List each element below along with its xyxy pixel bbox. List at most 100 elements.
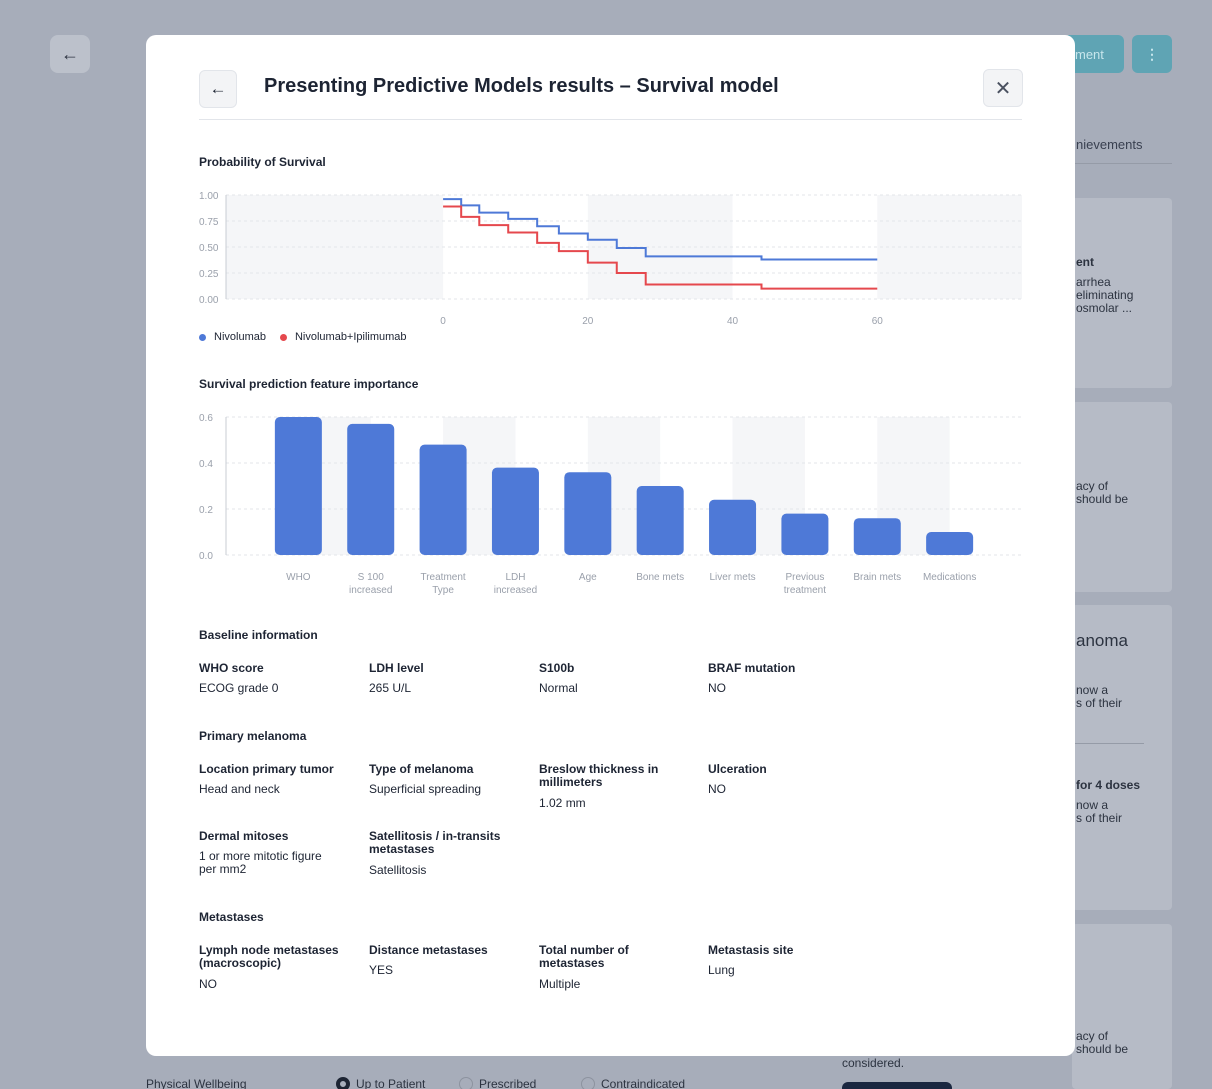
x-tick-label: Liver mets [709,572,755,583]
distance-metastases-value: YES [369,963,394,977]
card-text: osmolar ... [1076,301,1133,315]
location-label: Location primary tumor [199,762,334,776]
x-tick-label: 20 [582,316,594,327]
s100b-label: S100b [539,661,575,675]
predictive-models-modal: ← Presenting Predictive Models results –… [146,35,1075,1056]
satellitosis-label: Satellitosis / in-transits metastases [369,829,501,856]
y-tick-label: 0.25 [199,269,219,280]
tab-achievements[interactable]: nievements [1076,137,1142,152]
y-tick-label: 0.4 [199,459,213,470]
x-tick-label: 0 [440,316,446,327]
card-text: s of their [1076,696,1123,710]
y-tick-label: 0.00 [199,295,219,306]
satellitosis-value: Satellitosis [369,863,427,877]
importance-chart-title: Survival prediction feature importance [199,377,419,391]
recommendation-card[interactable] [1072,924,1172,1089]
breslow-value: 1.02 mm [539,796,586,810]
importance-bar [709,499,757,555]
importance-bar [926,532,974,555]
x-tick-label: S 100 increased [349,572,392,596]
total-metastases-value: Multiple [539,977,581,991]
y-tick-label: 0.0 [199,551,213,562]
x-tick-label: Medications [923,572,976,583]
location-value: Head and neck [199,782,280,796]
more-options-button[interactable]: ⋮ [1132,35,1172,73]
card-text: considered. [842,1056,905,1070]
who-score-label: WHO score [199,661,264,675]
dermal-mitoses-label: Dermal mitoses [199,829,289,843]
importance-bar [636,486,684,555]
radio-icon [459,1077,473,1089]
radio-up-to-patient[interactable]: Up to Patient [336,1077,425,1089]
modal-close-button[interactable]: ✕ [983,69,1023,107]
card-heading: anoma [1076,631,1128,650]
ldh-level-value: 265 U/L [369,681,412,695]
baseline-title: Baseline information [199,628,318,642]
braf-value: NO [708,681,726,695]
x-tick-label: WHO [286,572,311,583]
card-text: s of their [1076,811,1123,825]
card-title: for 4 doses [1076,778,1141,792]
importance-bar [853,518,901,555]
y-tick-label: 0.2 [199,505,213,516]
ldh-level-label: LDH level [369,661,424,675]
x-tick-label: Bone mets [636,572,684,583]
radio-prescribed[interactable]: Prescribed [459,1077,536,1089]
tab-divider [1072,163,1172,164]
importance-bar [781,513,829,555]
ulceration-value: NO [708,782,726,796]
close-icon: ✕ [994,77,1012,100]
melanoma-type-label: Type of melanoma [369,762,474,776]
modal-title: Presenting Predictive Models results – S… [264,75,779,97]
metastasis-site-label: Metastasis site [708,943,794,957]
card-text: should be [1076,1042,1129,1056]
y-tick-label: 0.50 [199,243,219,254]
wellbeing-label: Physical Wellbeing [146,1077,247,1089]
primary-melanoma-title: Primary melanoma [199,729,307,743]
importance-bar [491,467,539,555]
breslow-label: Breslow thickness in millimeters [539,762,659,789]
back-button[interactable]: ← [50,35,90,73]
legend-dot-icon [279,333,287,341]
y-tick-label: 0.75 [199,217,219,228]
importance-chart: 0.0 0.2 0.4 0.6 WHO S 100 increased Treatment Ty… [199,413,1022,596]
arrow-left-icon: ← [209,79,227,98]
metastasis-site-value: Lung [708,963,735,977]
s100b-value: Normal [539,681,578,695]
melanoma-type-value: Superficial spreading [369,782,482,796]
card-text: should be [1076,492,1129,506]
card-title: ent [1076,255,1094,269]
dermal-mitoses-value: 1 or more mitotic figure per mm2 [199,849,322,876]
y-tick-label: 0.6 [199,413,213,424]
braf-label: BRAF mutation [708,661,796,675]
legend-item-combo[interactable]: Nivolumab+Ipilimumab [279,331,407,343]
modal-back-button[interactable]: ← [199,70,237,108]
x-tick-label: Treatment Type [420,572,465,596]
arrow-left-icon: ← [61,43,79,64]
more-vertical-icon: ⋮ [1145,45,1159,62]
importance-bar [564,472,612,555]
survival-chart: 0.00 0.25 0.50 0.75 1.00 0 20 40 60 [199,191,1022,327]
x-tick-label: Age [579,572,597,583]
header-divider [199,119,1022,120]
lymph-node-value: NO [199,977,217,991]
card-action-button[interactable] [842,1082,952,1089]
distance-metastases-label: Distance metastases [369,943,488,957]
survival-chart-title: Probability of Survival [199,155,326,169]
survival-legend: Nivolumab Nivolumab+Ipilimumab [199,331,421,343]
card-divider [1072,743,1144,744]
primary-action-button[interactable]: ment [1068,35,1124,73]
lymph-node-label: Lymph node metastases (macroscopic) [199,943,339,970]
who-score-value: ECOG grade 0 [199,681,279,695]
ulceration-label: Ulceration [708,762,767,776]
metastases-title: Metastases [199,910,264,924]
x-tick-label: 40 [727,316,739,327]
x-tick-label: 60 [872,316,884,327]
radio-icon [581,1077,595,1089]
x-tick-label: LDH increased [494,572,537,596]
radio-contraindicated[interactable]: Contraindicated [581,1077,685,1089]
legend-item-nivolumab[interactable]: Nivolumab [199,331,266,343]
y-tick-label: 1.00 [199,191,219,202]
radio-selected-icon [336,1077,350,1089]
importance-bar [347,423,395,555]
